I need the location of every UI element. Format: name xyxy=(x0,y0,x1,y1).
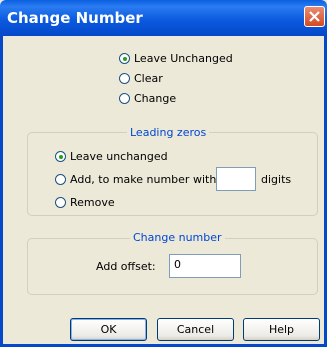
offset-label: Add offset: xyxy=(96,260,156,273)
radio-clear-label: Clear xyxy=(134,72,163,85)
radio-change-label: Change xyxy=(134,92,177,105)
radio-change[interactable] xyxy=(119,93,130,104)
radio-leave-unchanged-label: Leave Unchanged xyxy=(134,52,233,65)
radio-zeros-remove[interactable] xyxy=(55,197,66,208)
help-button[interactable]: Help xyxy=(243,318,320,341)
leading-zeros-legend: Leading zeros xyxy=(127,126,210,139)
digits-input[interactable] xyxy=(216,167,256,191)
title-bar: Change Number xyxy=(0,0,327,36)
radio-zeros-add-label: Add, to make number with: xyxy=(70,173,220,186)
radio-clear[interactable] xyxy=(119,73,130,84)
close-icon xyxy=(309,11,320,22)
radio-leave-unchanged[interactable] xyxy=(119,53,130,64)
radio-zeros-remove-label: Remove xyxy=(70,196,115,209)
offset-input[interactable]: 0 xyxy=(169,254,241,278)
window-title: Change Number xyxy=(7,9,143,27)
radio-zeros-leave-label: Leave unchanged xyxy=(70,150,168,163)
close-button[interactable] xyxy=(304,6,325,27)
radio-zeros-leave[interactable] xyxy=(55,151,66,162)
ok-button[interactable]: OK xyxy=(70,318,147,341)
cancel-button[interactable]: Cancel xyxy=(157,318,234,341)
radio-zeros-add[interactable] xyxy=(55,174,66,185)
change-number-legend: Change number xyxy=(130,231,225,244)
digits-suffix-label: digits xyxy=(261,173,292,186)
